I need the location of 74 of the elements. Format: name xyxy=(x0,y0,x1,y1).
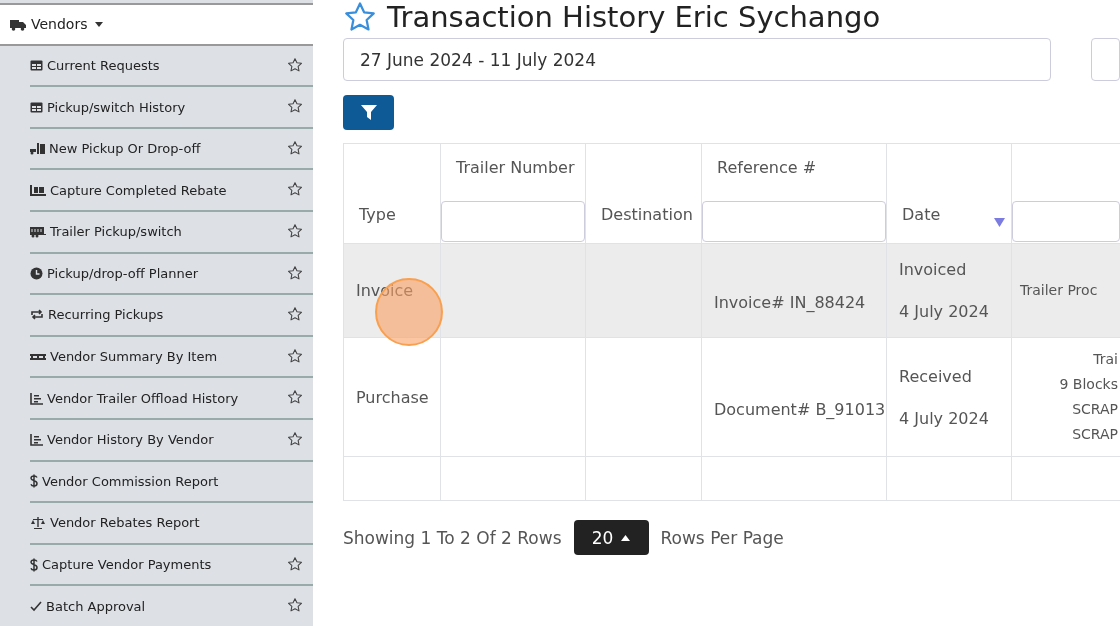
table-cell-text: Purchase xyxy=(355,387,430,407)
dollar-icon xyxy=(30,474,38,489)
star-icon[interactable] xyxy=(287,181,303,198)
sort-icon[interactable] xyxy=(994,218,1005,227)
pagination-summary: Showing 1 To 2 Of 2 Rows xyxy=(343,527,562,548)
page-size-button[interactable]: 20 xyxy=(573,520,649,555)
sidebar-item[interactable]: Pickup/switch History xyxy=(30,87,313,129)
sidebar-item[interactable]: Batch Approval xyxy=(30,586,313,626)
star-icon[interactable] xyxy=(287,389,303,406)
column-header: Trailer Number xyxy=(455,157,576,177)
column-header: Destination xyxy=(600,205,694,226)
sidebar-item[interactable]: Trailer Pickup/switch xyxy=(30,212,313,254)
star-icon[interactable] xyxy=(287,56,303,73)
filter-field[interactable] xyxy=(702,201,886,242)
bar-chart-icon xyxy=(30,391,43,405)
scale-icon xyxy=(30,516,46,530)
column-header: Type xyxy=(358,205,397,226)
forklift-icon xyxy=(30,142,45,156)
star-icon[interactable] xyxy=(287,555,303,572)
table-cell-text: Trai xyxy=(1092,350,1119,369)
caret-icon xyxy=(621,534,631,541)
table-icon xyxy=(30,58,43,72)
sidebar-item[interactable]: Pickup/drop-off Planner xyxy=(30,253,313,296)
sidebar-header-label: Vendors xyxy=(31,16,88,33)
sidebar-item[interactable]: Current Requests xyxy=(30,45,313,88)
filter-button[interactable] xyxy=(343,95,394,130)
input-field[interactable] xyxy=(1090,38,1120,81)
sidebar-item[interactable]: Vendor Summary By Item xyxy=(30,336,313,379)
sidebar-item[interactable]: Capture Completed Rebate xyxy=(30,170,313,212)
table-cell-text: Trailer Proc xyxy=(1019,281,1099,300)
filter-field[interactable] xyxy=(441,201,585,242)
sidebar-header[interactable]: Vendors xyxy=(0,3,313,46)
page-title: Transaction History Eric Sychango xyxy=(387,2,881,32)
table-cell-text: Invoice# IN_88424 xyxy=(713,292,867,312)
date-range-field[interactable]: 27 June 2024 - 11 July 2024 xyxy=(343,38,1051,81)
filter-field[interactable] xyxy=(1012,201,1120,242)
sidebar-item[interactable]: Vendor Commission Report xyxy=(30,461,313,504)
pagination-suffix: Rows Per Page xyxy=(660,527,784,548)
star-icon[interactable] xyxy=(287,98,303,115)
repeat-icon xyxy=(30,308,44,322)
table-cell-text: 9 Blocks xyxy=(1058,375,1119,394)
column-header[interactable]: Date xyxy=(902,205,941,227)
table-cell-text: Document# B_91013 xyxy=(713,398,886,419)
bar-chart-icon xyxy=(30,433,43,447)
table-cell-text: SCRAP xyxy=(1071,400,1119,419)
star-icon[interactable] xyxy=(287,430,303,447)
sidebar-item[interactable]: Vendor History By Vendor xyxy=(30,419,313,462)
star-icon[interactable] xyxy=(343,0,377,34)
sidebar-item[interactable]: New Pickup Or Drop-off xyxy=(30,128,313,171)
trailer-icon xyxy=(30,225,46,239)
column-header: Reference # xyxy=(716,157,818,177)
table-cell-text: 4 July 2024 xyxy=(898,302,990,321)
table-cell-text: SCRAP xyxy=(1071,425,1119,444)
table-icon xyxy=(30,100,43,114)
sidebar-item[interactable]: Vendor Rebates Report xyxy=(30,503,313,545)
star-icon[interactable] xyxy=(287,223,303,239)
table-cell-text: 4 July 2024 xyxy=(898,408,990,428)
table-cell-text: Invoiced xyxy=(898,260,968,279)
star-icon[interactable] xyxy=(287,264,303,281)
funnel-icon xyxy=(360,105,377,120)
star-icon[interactable] xyxy=(287,347,303,364)
sidebar-item[interactable]: Vendor Trailer Offload History xyxy=(30,378,313,420)
star-icon[interactable] xyxy=(287,139,303,156)
truck-icon xyxy=(10,17,26,31)
check-icon xyxy=(30,599,42,613)
star-icon[interactable] xyxy=(287,597,303,614)
clock-icon xyxy=(30,266,43,280)
table-cell-text: Received xyxy=(898,366,973,386)
dollar-icon xyxy=(30,557,38,572)
cart-icon xyxy=(30,183,46,197)
star-icon[interactable] xyxy=(287,306,303,323)
sidebar-item[interactable]: Recurring Pickups xyxy=(30,295,313,337)
sidebar-item[interactable]: Capture Vendor Payments xyxy=(30,544,313,587)
pallet-icon xyxy=(30,353,46,360)
